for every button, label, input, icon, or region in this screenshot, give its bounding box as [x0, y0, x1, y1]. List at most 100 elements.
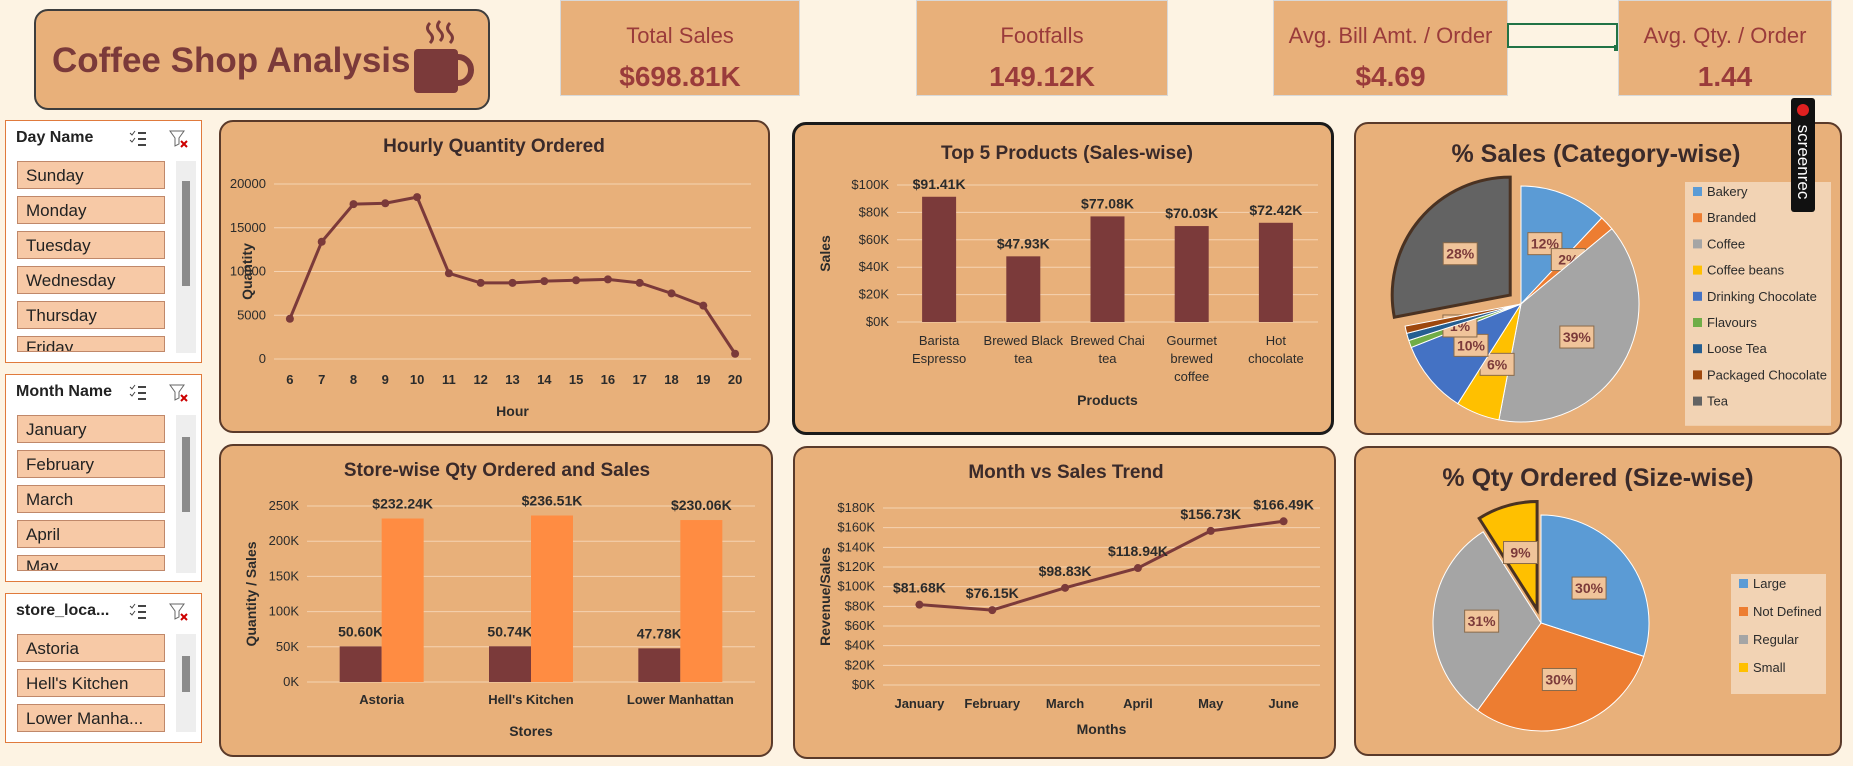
slicer-item[interactable]: Astoria: [17, 634, 165, 662]
slicer-item[interactable]: February: [17, 450, 165, 478]
screen-recorder-badge: screenrec: [1791, 98, 1815, 212]
clear-filter-icon[interactable]: [169, 602, 189, 622]
slicer-item[interactable]: Monday: [17, 196, 165, 224]
kpi-total-sales: Total Sales $698.81K: [560, 0, 800, 96]
scrollbar-thumb[interactable]: [182, 181, 190, 286]
slicer-item[interactable]: Lower Manha...: [17, 704, 165, 732]
bar: [1006, 256, 1041, 322]
data-label: $81.68K: [893, 580, 946, 596]
legend-entry: Branded: [1707, 210, 1756, 225]
x-tick-label: coffee: [1174, 369, 1209, 384]
legend-entry: Packaged Chocolate: [1707, 367, 1827, 382]
legend-swatch: [1693, 396, 1702, 406]
data-point: [381, 199, 390, 208]
slicer-month-name[interactable]: Month Name January February March April …: [5, 374, 202, 582]
x-tick-label: 17: [632, 372, 646, 387]
y-tick-label: 100K: [269, 604, 300, 619]
y-tick-label: 0K: [283, 674, 299, 689]
data-label: 30%: [1575, 580, 1604, 596]
legend-entry: Flavours: [1707, 315, 1757, 330]
y-tick-label: $0K: [852, 677, 875, 692]
legend-entry: Coffee beans: [1707, 263, 1785, 278]
y-tick-label: 150K: [269, 568, 300, 583]
data-point: [317, 237, 326, 246]
top5-products-panel: Top 5 Products (Sales-wise) Products Sales…: [792, 122, 1334, 435]
slicer-item[interactable]: Friday: [17, 336, 165, 352]
data-label: $47.93K: [997, 235, 1050, 251]
bar: [680, 520, 723, 682]
multi-select-icon[interactable]: [128, 129, 148, 149]
slicer-header: Day Name: [6, 121, 201, 155]
x-tick-label: 11: [442, 372, 456, 387]
data-point: [540, 277, 549, 286]
x-tick-label: 10: [410, 372, 424, 387]
kpi-avg-qty: Avg. Qty. / Order 1.44: [1618, 0, 1832, 96]
legend-swatch: [1739, 579, 1748, 588]
coffee-cup-icon: [414, 19, 474, 93]
bar: [531, 515, 573, 682]
legend-entry: Drinking Chocolate: [1707, 289, 1817, 304]
kpi-value: 149.12K: [989, 61, 1095, 92]
slicer-item[interactable]: Tuesday: [17, 231, 165, 259]
slicer-title: Day Name: [16, 129, 94, 146]
data-point: [444, 269, 453, 278]
data-point: [1206, 526, 1215, 535]
x-tick-label: tea: [1098, 351, 1117, 366]
slicer-item[interactable]: Thursday: [17, 301, 165, 329]
y-tick-label: 200K: [269, 533, 300, 548]
kpi-avg-bill: Avg. Bill Amt. / Order $4.69: [1273, 0, 1508, 96]
x-tick-label: tea: [1014, 351, 1033, 366]
legend-entry: Bakery: [1707, 184, 1748, 199]
data-label: 9%: [1510, 545, 1531, 561]
slicer-item[interactable]: March: [17, 485, 165, 513]
slicer-item[interactable]: May: [17, 555, 165, 571]
data-point: [731, 349, 740, 358]
y-tick-label: $120K: [837, 559, 875, 574]
data-label: $76.15K: [966, 585, 1019, 601]
slicer-item[interactable]: Sunday: [17, 161, 165, 189]
y-tick-label: 5000: [237, 307, 266, 322]
y-tick-label: 250K: [269, 498, 300, 513]
x-tick-label: 7: [318, 372, 325, 387]
month-sales-panel: Month vs Sales Trend Months Revenue/Sales $…: [793, 446, 1336, 759]
store-qty-sales-chart: Store-wise Qty Ordered and Sales Stores Qu…: [243, 460, 755, 739]
clear-filter-icon[interactable]: [169, 129, 189, 149]
x-tick-label: 6: [286, 372, 293, 387]
slicer-item[interactable]: Hell's Kitchen: [17, 669, 165, 697]
slicer-day-name[interactable]: Day Name Sunday Monday Tuesday Wednesday…: [5, 120, 202, 363]
x-tick-label: 20: [728, 372, 742, 387]
x-axis-title: Stores: [509, 723, 553, 739]
x-tick-label: Hell's Kitchen: [488, 692, 574, 707]
slicer-store-location[interactable]: store_loca... Astoria Hell's Kitchen Low…: [5, 593, 202, 743]
multi-select-icon[interactable]: [128, 602, 148, 622]
legend-swatch: [1693, 265, 1702, 275]
data-label: 50.74K: [487, 623, 532, 639]
y-tick-label: $80K: [859, 204, 890, 219]
x-tick-label: 14: [537, 372, 552, 387]
legend-entry: Not Defined: [1753, 604, 1822, 619]
y-tick-label: $100K: [851, 177, 889, 192]
y-tick-label: 20000: [230, 176, 266, 191]
y-tick-label: $60K: [859, 232, 890, 247]
data-point: [1061, 583, 1070, 592]
chart-title: Hourly Quantity Ordered: [383, 136, 605, 157]
clear-filter-icon[interactable]: [169, 383, 189, 403]
data-point: [349, 200, 358, 209]
scrollbar-thumb[interactable]: [182, 437, 190, 512]
x-tick-label: Barista: [919, 333, 960, 348]
x-tick-label: 18: [664, 372, 678, 387]
chart-title: % Qty Ordered (Size-wise): [1442, 464, 1753, 492]
y-tick-label: 0: [259, 351, 266, 366]
x-tick-label: Astoria: [359, 692, 405, 707]
scrollbar-thumb[interactable]: [182, 656, 190, 692]
x-axis-title: Products: [1077, 392, 1138, 408]
slicer-item[interactable]: January: [17, 415, 165, 443]
y-tick-label: $40K: [845, 638, 876, 653]
data-label: $230.06K: [671, 497, 732, 513]
data-label: $98.83K: [1039, 563, 1092, 579]
selected-cell[interactable]: [1507, 23, 1618, 48]
hourly-quantity-panel: Hourly Quantity Ordered Hour Quantity 0 5000…: [219, 120, 770, 433]
multi-select-icon[interactable]: [128, 383, 148, 403]
slicer-item[interactable]: Wednesday: [17, 266, 165, 294]
slicer-item[interactable]: April: [17, 520, 165, 548]
